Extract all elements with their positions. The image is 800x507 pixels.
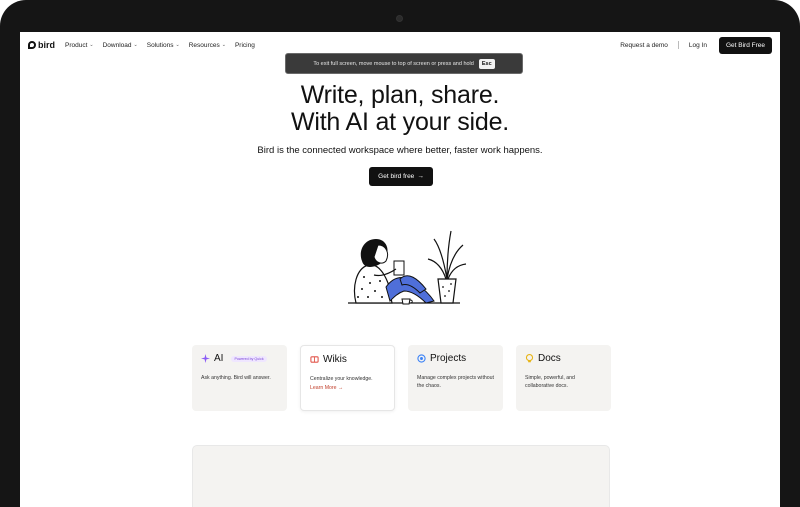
nav-solutions[interactable]: Solutions ⌄ [147, 42, 180, 49]
chevron-down-icon: ⌄ [175, 42, 180, 48]
bird-logo-icon [28, 41, 36, 49]
preview-panel [192, 445, 610, 507]
target-icon [417, 354, 426, 363]
nav-divider [677, 41, 679, 49]
powered-by-badge: Powered by Quick [231, 355, 267, 362]
chevron-down-icon: ⌄ [89, 42, 94, 48]
arrow-right-icon: → [417, 173, 424, 180]
card-description: Centralize your knowledge. [310, 376, 373, 382]
nav-resources[interactable]: Resources ⌄ [189, 42, 226, 49]
request-demo-link[interactable]: Request a demo [620, 42, 668, 49]
nav-download[interactable]: Download ⌄ [103, 42, 138, 49]
browser-viewport: bird Product ⌄ Download ⌄ Solutions ⌄ Resou… [20, 32, 780, 507]
card-description: Simple, powerful, and collaborative docs… [525, 375, 575, 389]
brand-logo[interactable]: bird [28, 40, 55, 50]
card-title: Projects [430, 353, 467, 364]
card-title: AI [214, 353, 224, 364]
nav-pricing[interactable]: Pricing [235, 42, 255, 49]
reading-woman-illustration [348, 230, 467, 305]
hero-title: Write, plan, share. With AI at your side… [290, 81, 510, 136]
learn-more-link[interactable]: Learn More → [310, 385, 385, 391]
nav-right-group: Request a demo Log In Get Bird Free [620, 36, 772, 54]
card-description: Manage complex projects without the chao… [417, 375, 494, 389]
camera-dot [396, 15, 403, 22]
chevron-down-icon: ⌄ [221, 42, 226, 48]
hero-subtitle: Bird is the connected workspace where be… [257, 145, 543, 156]
feature-card-wikis[interactable]: Wikis Centralize your knowledge. Learn M… [300, 345, 395, 411]
login-link[interactable]: Log In [689, 42, 707, 49]
toast-message: To exit full screen, move mouse to top o… [313, 60, 474, 67]
nav-product[interactable]: Product ⌄ [65, 42, 94, 49]
fullscreen-exit-toast: To exit full screen, move mouse to top o… [285, 53, 523, 74]
feature-card-projects[interactable]: Projects Manage complex projects without… [408, 345, 503, 411]
get-bird-free-button[interactable]: Get Bird Free [718, 36, 772, 54]
card-title: Docs [538, 353, 561, 364]
card-title: Wikis [323, 354, 347, 365]
feature-card-docs[interactable]: Docs Simple, powerful, and collaborative… [516, 345, 611, 411]
feature-card-ai[interactable]: AI Powered by Quick Ask anything. Bird w… [192, 345, 287, 411]
card-description: Ask anything. Bird will answer. [201, 375, 271, 381]
docs-bulb-icon [525, 354, 534, 363]
chevron-down-icon: ⌄ [133, 42, 138, 48]
esc-key-badge: Esc [478, 58, 495, 69]
wiki-book-icon [310, 355, 319, 364]
sparkle-icon [201, 354, 210, 363]
brand-name: bird [38, 40, 55, 50]
hero-get-bird-free-button[interactable]: Get bird free → [369, 167, 433, 186]
